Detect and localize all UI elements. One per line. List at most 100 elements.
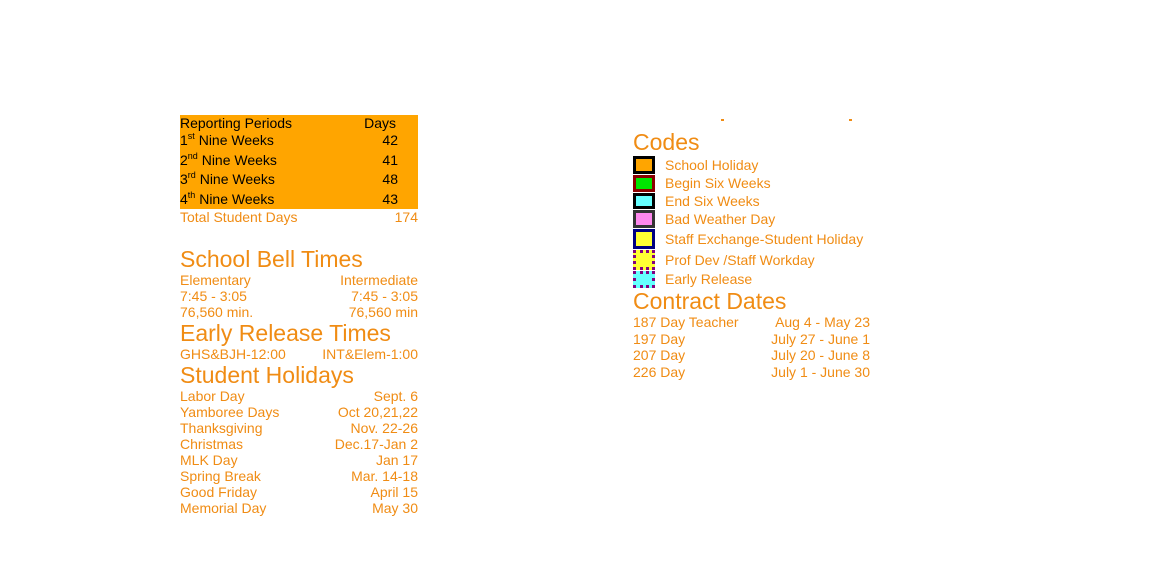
left-column: Reporting Periods Days 1st Nine Weeks 42 2… bbox=[180, 115, 418, 517]
total-student-days-row: Total Student Days 174 bbox=[180, 209, 418, 225]
period-label: 3rd Nine Weeks bbox=[180, 170, 275, 188]
holiday-row-right: Jan 17 bbox=[375, 452, 418, 468]
contract-dates-list: 187 Day Teacher Aug 4 - May 23 197 Day July… bbox=[633, 314, 878, 380]
reporting-periods-header: Reporting Periods Days bbox=[180, 115, 418, 131]
holiday-row: Yamboree Days Oct 20,21,22 bbox=[180, 404, 418, 420]
bell-time-row-right: 7:45 - 3:05 bbox=[351, 288, 418, 304]
holiday-row: Memorial Day May 30 bbox=[180, 500, 418, 516]
bell-time-row-left: 76,560 min. bbox=[180, 304, 254, 320]
total-value: 174 bbox=[394, 209, 418, 225]
code-legend-item: Staff Exchange-Student Holiday bbox=[633, 228, 878, 249]
holiday-row-left: Yamboree Days bbox=[180, 404, 280, 420]
holiday-row-left: Memorial Day bbox=[180, 500, 267, 516]
bell-time-row: 7:45 - 3:05 7:45 - 3:05 bbox=[180, 288, 418, 304]
holiday-row-right: Oct 20,21,22 bbox=[337, 404, 418, 420]
code-label: Begin Six Weeks bbox=[665, 175, 771, 191]
early-release-list: GHS&BJH-12:00 INT&Elem-1:00 bbox=[180, 346, 418, 362]
holiday-row: Thanksgiving Nov. 22-26 bbox=[180, 420, 418, 436]
holiday-row-right: Nov. 22-26 bbox=[350, 420, 418, 436]
reporting-period-row: 2nd Nine Weeks 41 bbox=[180, 151, 418, 171]
holiday-row-right: Sept. 6 bbox=[373, 388, 418, 404]
clipped-heading: Codes bbox=[180, 516, 418, 517]
code-label: School Holiday bbox=[665, 156, 759, 173]
contract-dates: July 27 - June 1 bbox=[771, 330, 870, 347]
early-release-row: GHS&BJH-12:00 INT&Elem-1:00 bbox=[180, 346, 418, 362]
bell-time-row-right: 76,560 min bbox=[348, 304, 418, 320]
color-swatch-icon bbox=[633, 192, 655, 209]
reporting-period-row: 4th Nine Weeks 43 bbox=[180, 190, 418, 210]
period-days: 41 bbox=[382, 151, 398, 168]
color-swatch-icon bbox=[633, 228, 655, 249]
code-label: End Six Weeks bbox=[665, 192, 760, 209]
period-days: 42 bbox=[382, 132, 398, 148]
holiday-row-right: May 30 bbox=[372, 500, 418, 516]
reporting-periods-table: Reporting Periods Days 1st Nine Weeks 42 2… bbox=[180, 115, 418, 209]
contract-label: 187 Day Teacher bbox=[633, 314, 739, 330]
holiday-row-left: Labor Day bbox=[180, 388, 245, 404]
contract-dates: July 20 - June 8 bbox=[771, 347, 870, 363]
contract-dates-title: Contract Dates bbox=[633, 288, 787, 314]
holiday-row-left: Christmas bbox=[180, 436, 244, 452]
code-legend-item: Bad Weather Day bbox=[633, 209, 878, 228]
clipped-text-remnant bbox=[633, 115, 878, 129]
holiday-row-left: Spring Break bbox=[180, 468, 261, 484]
color-swatch-icon bbox=[633, 174, 655, 192]
holiday-row: Spring Break Mar. 14-18 bbox=[180, 468, 418, 484]
codes-legend: School Holiday Begin Six Weeks End Six Wee… bbox=[633, 155, 878, 288]
color-swatch-icon bbox=[633, 209, 655, 228]
bell-time-row: 76,560 min. 76,560 min bbox=[180, 304, 418, 320]
holiday-row-right: Mar. 14-18 bbox=[351, 468, 418, 484]
period-label: 4th Nine Weeks bbox=[180, 189, 275, 207]
contract-dates: Aug 4 - May 23 bbox=[775, 314, 870, 330]
contract-date-row: 187 Day Teacher Aug 4 - May 23 bbox=[633, 314, 878, 331]
bell-time-row-right: Intermediate bbox=[340, 272, 418, 288]
early-release-title: Early Release Times bbox=[180, 320, 391, 346]
contract-label: 226 Day bbox=[633, 363, 686, 380]
bell-time-row-left: 7:45 - 3:05 bbox=[180, 288, 247, 304]
holiday-row-left: Thanksgiving bbox=[180, 420, 263, 436]
codes-title: Codes bbox=[633, 129, 700, 155]
bell-times-title: School Bell Times bbox=[180, 246, 363, 272]
holiday-row: Christmas Dec.17-Jan 2 bbox=[180, 436, 418, 452]
contract-label: 207 Day bbox=[633, 347, 686, 363]
holiday-row: Good Friday April 15 bbox=[180, 484, 418, 500]
period-days: 48 bbox=[382, 171, 398, 187]
student-holidays-list: Labor Day Sept. 6 Yamboree Days Oct 20,21,2… bbox=[180, 388, 418, 516]
contract-dates: July 1 - June 30 bbox=[771, 363, 870, 380]
ordinal-suffix: st bbox=[187, 131, 195, 141]
contract-label: 197 Day bbox=[633, 330, 686, 347]
code-legend-item: Early Release bbox=[633, 270, 878, 288]
contract-date-row: 226 Day July 1 - June 30 bbox=[633, 364, 878, 381]
period-label: 2nd Nine Weeks bbox=[180, 150, 277, 168]
holiday-row-left: MLK Day bbox=[180, 452, 238, 468]
color-swatch-icon bbox=[633, 270, 655, 288]
holiday-row: Labor Day Sept. 6 bbox=[180, 388, 418, 404]
period-label: 1st Nine Weeks bbox=[180, 131, 274, 149]
ordinal-suffix: nd bbox=[187, 150, 198, 161]
contract-date-row: 207 Day July 20 - June 8 bbox=[633, 347, 878, 364]
holiday-row: MLK Day Jan 17 bbox=[180, 452, 418, 468]
bell-time-row-left: Elementary bbox=[180, 272, 251, 288]
holiday-row-left: Good Friday bbox=[180, 484, 258, 500]
ordinal-suffix: th bbox=[187, 189, 196, 200]
reporting-period-row: 1st Nine Weeks 42 bbox=[180, 131, 418, 151]
holiday-row-right: April 15 bbox=[370, 484, 418, 500]
reporting-periods-label: Reporting Periods bbox=[180, 115, 293, 131]
total-label: Total Student Days bbox=[180, 209, 298, 225]
code-legend-item: End Six Weeks bbox=[633, 192, 878, 209]
holiday-row-right: Dec.17-Jan 2 bbox=[334, 436, 418, 452]
bell-time-row: Elementary Intermediate bbox=[180, 272, 418, 288]
code-label: Prof Dev /Staff Workday bbox=[665, 251, 815, 268]
code-legend-item: Prof Dev /Staff Workday bbox=[633, 249, 878, 270]
code-label: Staff Exchange-Student Holiday bbox=[665, 230, 864, 247]
period-days: 43 bbox=[382, 190, 398, 207]
reporting-period-row: 3rd Nine Weeks 48 bbox=[180, 170, 418, 190]
ordinal-suffix: rd bbox=[187, 170, 196, 180]
code-legend-item: School Holiday bbox=[633, 155, 878, 174]
color-swatch-icon bbox=[633, 155, 655, 174]
bell-times-list: Elementary Intermediate 7:45 - 3:05 7:45 - … bbox=[180, 272, 418, 320]
early-release-row-left: GHS&BJH-12:00 bbox=[180, 346, 286, 362]
code-label: Bad Weather Day bbox=[665, 210, 776, 227]
code-legend-item: Begin Six Weeks bbox=[633, 174, 878, 192]
days-header: Days bbox=[364, 115, 396, 131]
